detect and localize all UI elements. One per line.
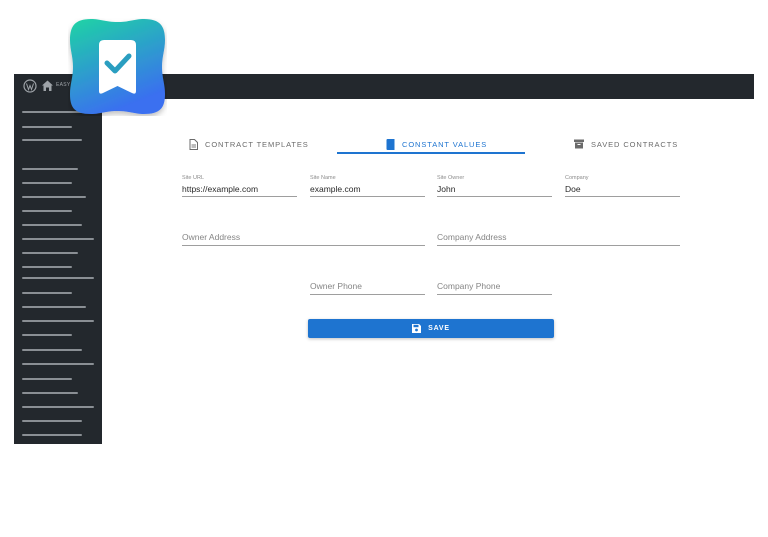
tab-constant-values[interactable]: CONSTANT VALUES bbox=[386, 134, 487, 154]
field-value: example.com bbox=[310, 184, 361, 194]
site-owner-field[interactable]: Site Owner John bbox=[437, 175, 552, 197]
sidebar-menu-item[interactable] bbox=[22, 363, 94, 365]
sidebar-menu-item[interactable] bbox=[22, 420, 82, 422]
app-logo bbox=[70, 19, 165, 114]
sidebar-menu-item[interactable] bbox=[22, 196, 86, 198]
field-label: Site Name bbox=[310, 175, 336, 181]
company-address-field[interactable]: Company Address bbox=[437, 224, 680, 246]
sidebar-menu-item[interactable] bbox=[22, 406, 94, 408]
document-icon bbox=[189, 138, 198, 150]
sidebar-menu-item[interactable] bbox=[22, 126, 72, 128]
field-placeholder: Company Phone bbox=[437, 281, 501, 291]
sidebar-menu-item[interactable] bbox=[22, 139, 82, 141]
site-name-field[interactable]: Site Name example.com bbox=[310, 175, 425, 197]
sidebar-menu-item[interactable] bbox=[22, 266, 72, 268]
tab-contract-templates[interactable]: CONTRACT TEMPLATES bbox=[189, 134, 309, 154]
sidebar-menu-item[interactable] bbox=[22, 292, 72, 294]
floppy-disk-icon bbox=[412, 324, 422, 333]
save-button-label: SAVE bbox=[428, 325, 450, 332]
sidebar-menu-item[interactable] bbox=[22, 334, 72, 336]
site-url-field[interactable]: Site URL https://example.com bbox=[182, 175, 297, 197]
tab-saved-contracts[interactable]: SAVED CONTRACTS bbox=[574, 134, 678, 154]
owner-address-field[interactable]: Owner Address bbox=[182, 224, 425, 246]
company-phone-field[interactable]: Company Phone bbox=[437, 273, 552, 295]
sidebar-menu-item[interactable] bbox=[22, 252, 78, 254]
sidebar-menu-item[interactable] bbox=[22, 434, 82, 436]
field-value: John bbox=[437, 184, 456, 194]
home-icon[interactable] bbox=[41, 79, 54, 92]
field-value: https://example.com bbox=[182, 184, 259, 194]
field-placeholder: Owner Phone bbox=[310, 281, 362, 291]
wordpress-icon[interactable] bbox=[23, 79, 37, 93]
field-label: Site Owner bbox=[437, 175, 465, 181]
sidebar-menu-item[interactable] bbox=[22, 306, 86, 308]
archive-icon bbox=[574, 139, 584, 149]
active-tab-indicator bbox=[337, 152, 525, 154]
tab-label: CONSTANT VALUES bbox=[402, 139, 488, 149]
field-placeholder: Company Address bbox=[437, 232, 507, 242]
sidebar-menu-item[interactable] bbox=[22, 182, 72, 184]
sidebar-menu-item[interactable] bbox=[22, 238, 94, 240]
sidebar-menu-item[interactable] bbox=[22, 349, 82, 351]
bookmark-icon bbox=[386, 138, 395, 150]
save-button[interactable]: SAVE bbox=[308, 319, 554, 338]
sidebar-menu-item[interactable] bbox=[22, 168, 78, 170]
field-value: Doe bbox=[565, 184, 581, 194]
admin-sidebar bbox=[14, 99, 102, 444]
field-placeholder: Owner Address bbox=[182, 232, 241, 242]
tab-label: CONTRACT TEMPLATES bbox=[205, 139, 309, 149]
tab-label: SAVED CONTRACTS bbox=[591, 139, 679, 149]
sidebar-menu-item[interactable] bbox=[22, 210, 72, 212]
company-field[interactable]: Company Doe bbox=[565, 175, 680, 197]
sidebar-menu-item[interactable] bbox=[22, 378, 72, 380]
sidebar-menu-item[interactable] bbox=[22, 277, 94, 279]
sidebar-menu-item[interactable] bbox=[22, 392, 78, 394]
field-label: Site URL bbox=[182, 175, 205, 181]
field-label: Company bbox=[565, 175, 589, 181]
owner-phone-field[interactable]: Owner Phone bbox=[310, 273, 425, 295]
sidebar-menu-item[interactable] bbox=[22, 224, 82, 226]
sidebar-menu-item[interactable] bbox=[22, 320, 94, 322]
